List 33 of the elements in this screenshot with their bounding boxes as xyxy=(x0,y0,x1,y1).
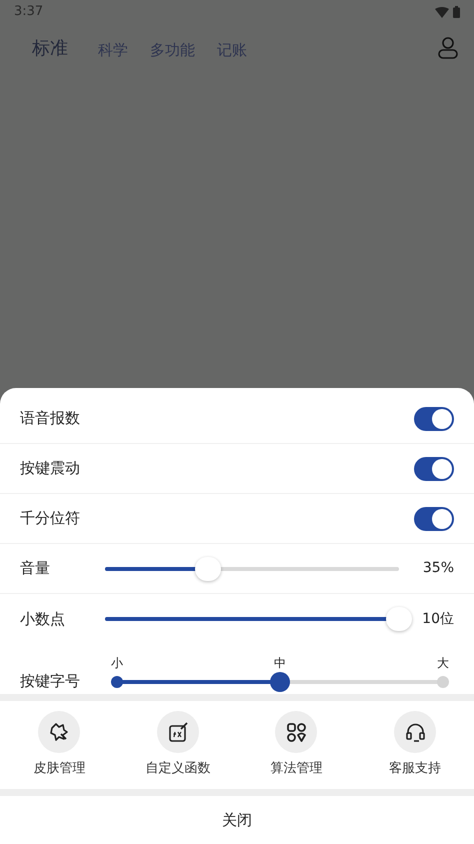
setting-label: 按键震动 xyxy=(20,458,81,480)
slider-value: 35% xyxy=(422,559,454,578)
setting-label: 语音报数 xyxy=(20,408,81,430)
close-button[interactable]: 关闭 xyxy=(206,804,268,836)
slider-thumb[interactable] xyxy=(270,672,290,692)
edit-square-icon xyxy=(166,721,189,744)
size-option-label: 大 xyxy=(436,655,450,672)
action-button[interactable]: 算法管理 xyxy=(237,711,356,779)
slider-thumb[interactable] xyxy=(194,556,221,580)
action-button[interactable]: 皮肤管理 xyxy=(0,711,118,779)
setting-label: 音量 xyxy=(20,558,51,580)
action-button[interactable]: 客服支持 xyxy=(356,711,474,779)
setting-label: 按键字号 xyxy=(20,670,81,692)
headset-icon xyxy=(404,721,426,744)
action-label: 自定义函数 xyxy=(145,760,210,778)
toggle-switch[interactable] xyxy=(414,506,454,530)
action-button[interactable]: 自定义函数 xyxy=(118,711,237,779)
slider-thumb[interactable] xyxy=(386,607,412,631)
battery-icon xyxy=(453,6,460,18)
grid-icon xyxy=(285,721,308,744)
size-option-label: 中 xyxy=(273,655,287,672)
slider-value: 10位 xyxy=(421,610,454,628)
setting-label: 千分位符 xyxy=(20,508,81,530)
action-label: 客服支持 xyxy=(388,760,441,778)
toggle-switch[interactable] xyxy=(414,406,454,430)
action-label: 皮肤管理 xyxy=(33,760,86,778)
size-option-label: 小 xyxy=(110,655,124,672)
action-label: 算法管理 xyxy=(270,760,322,778)
wifi-icon xyxy=(435,6,449,18)
setting-label: 小数点 xyxy=(20,608,66,630)
user-icon[interactable] xyxy=(438,37,458,59)
status-time: 3:37 xyxy=(14,3,44,22)
toggle-switch[interactable] xyxy=(414,456,454,480)
